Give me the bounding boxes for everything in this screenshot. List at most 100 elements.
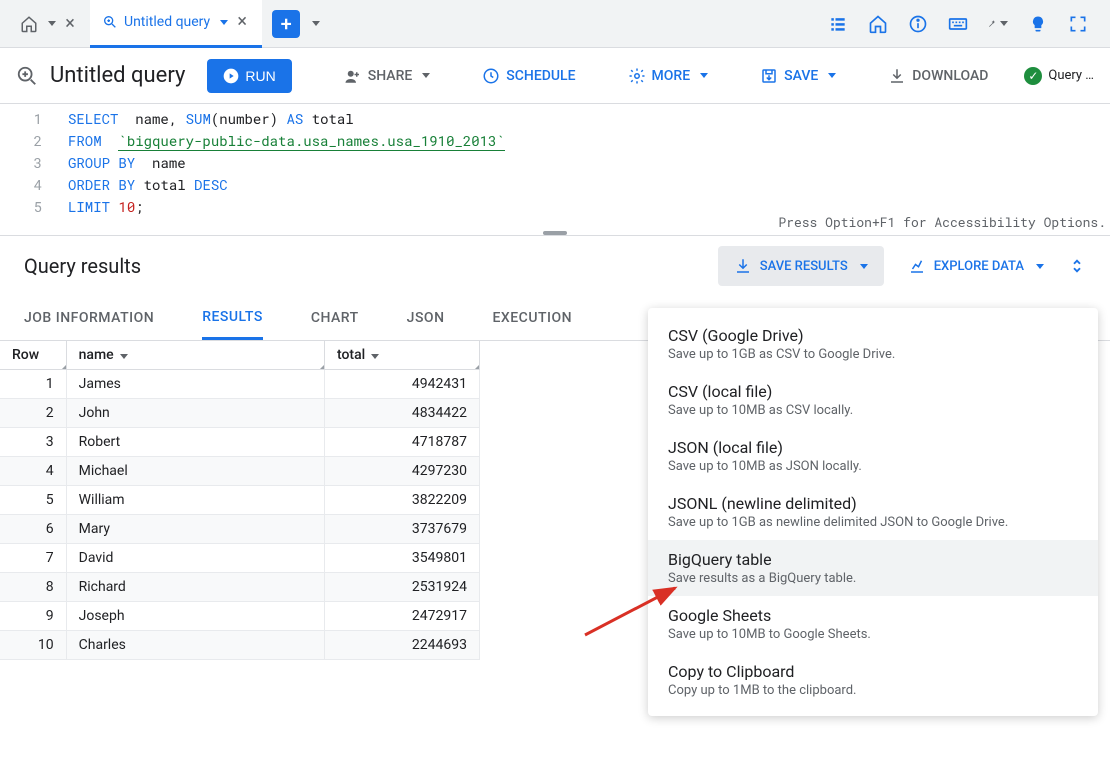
sort-icon [371, 354, 379, 359]
run-button[interactable]: RUN [207, 59, 291, 93]
cell-total: 4297230 [324, 457, 479, 486]
chevron-down-icon [1032, 259, 1044, 274]
lightbulb-icon[interactable] [1028, 14, 1048, 34]
save-menu-item[interactable]: Google Sheets Save up to 10MB to Google S… [648, 596, 1098, 652]
menu-item-desc: Save up to 10MB to Google Sheets. [668, 627, 1078, 642]
share-button[interactable]: SHARE [344, 67, 431, 85]
keyboard-icon[interactable] [948, 14, 968, 34]
cell-total: 2472917 [324, 602, 479, 631]
editor-code[interactable]: SELECT name, SUM(number) AS totalFROM `b… [60, 104, 513, 235]
table-row[interactable]: 6Mary3737679 [0, 515, 480, 544]
table-row[interactable]: 2John4834422 [0, 399, 480, 428]
download-icon [734, 257, 752, 275]
close-icon[interactable]: × [234, 14, 250, 30]
cell-total: 3549801 [324, 544, 479, 573]
new-tab-button[interactable]: + [272, 10, 300, 38]
cell-row: 8 [0, 573, 66, 602]
save-icon [760, 67, 778, 85]
home-icon [20, 15, 38, 33]
table-row[interactable]: 9Joseph2472917 [0, 602, 480, 631]
chevron-down-icon[interactable] [44, 16, 56, 31]
cell-row: 5 [0, 486, 66, 515]
table-row[interactable]: 1James4942431 [0, 370, 480, 399]
cell-total: 3822209 [324, 486, 479, 515]
cell-total: 3737679 [324, 515, 479, 544]
menu-item-title: Google Sheets [668, 606, 1078, 625]
query-tab[interactable]: Untitled query × [90, 0, 262, 48]
table-row[interactable]: 8Richard2531924 [0, 573, 480, 602]
gear-icon [628, 67, 646, 85]
save-results-menu: CSV (Google Drive)Save up to 1GB as CSV … [648, 308, 1098, 716]
explore-label: EXPLORE DATA [934, 259, 1024, 274]
save-menu-item[interactable]: JSONL (newline delimited)Save up to 1GB … [648, 484, 1098, 540]
results-header: Query results SAVE RESULTS EXPLORE DATA [0, 236, 1110, 296]
tab-execution[interactable]: EXECUTION [493, 296, 573, 340]
cell-row: 4 [0, 457, 66, 486]
line-number: 4 [4, 174, 42, 196]
col-name-header[interactable]: name [66, 341, 324, 370]
save-menu-item[interactable]: CSV (local file)Save up to 10MB as CSV l… [648, 372, 1098, 428]
query-header: Untitled query RUN SHARE SCHEDULE MORE S… [0, 48, 1110, 104]
expand-collapse-button[interactable] [1068, 257, 1086, 275]
chevron-down-icon[interactable] [216, 15, 228, 30]
table-row[interactable]: 3Robert4718787 [0, 428, 480, 457]
download-button[interactable]: DOWNLOAD [888, 67, 988, 85]
list-icon[interactable] [828, 14, 848, 34]
share-icon [344, 67, 362, 85]
cell-row: 6 [0, 515, 66, 544]
cell-name: Charles [66, 631, 324, 660]
schedule-button[interactable]: SCHEDULE [482, 67, 575, 85]
col-total-header[interactable]: total [324, 341, 479, 370]
resize-handle[interactable] [543, 231, 567, 235]
top-toolbar [828, 14, 1102, 34]
tab-chart[interactable]: CHART [311, 296, 359, 340]
menu-item-desc: Save results as a BigQuery table. [668, 571, 1078, 586]
cell-total: 2244693 [324, 631, 479, 660]
save-button[interactable]: SAVE [760, 67, 836, 85]
table-row[interactable]: 4Michael4297230 [0, 457, 480, 486]
menu-item-desc: Save up to 10MB as JSON locally. [668, 459, 1078, 474]
chevron-down-icon [418, 68, 430, 84]
table-row[interactable]: 7David3549801 [0, 544, 480, 573]
download-icon [888, 67, 906, 85]
close-icon[interactable]: × [62, 16, 78, 32]
save-menu-item[interactable]: BigQuery tableSave results as a BigQuery… [648, 540, 1098, 596]
tab-job-information[interactable]: JOB INFORMATION [24, 296, 154, 340]
chevron-down-icon [856, 259, 868, 274]
menu-item-desc: Save up to 1GB as CSV to Google Drive. [668, 347, 1078, 362]
sql-editor[interactable]: 1 2 3 4 5 SELECT name, SUM(number) AS to… [0, 104, 1110, 236]
tabstrip: × Untitled query × + [0, 0, 1110, 48]
cell-total: 4942431 [324, 370, 479, 399]
tab-overflow-menu[interactable] [308, 16, 320, 31]
info-icon[interactable] [908, 14, 928, 34]
save-menu-item[interactable]: JSON (local file) Save up to 10MB as JSON… [648, 428, 1098, 484]
chart-icon [908, 257, 926, 275]
home-tab[interactable]: × [8, 0, 90, 48]
query-status: ✓ Query … [1024, 67, 1094, 85]
home-outlined-icon[interactable] [868, 14, 888, 34]
explore-data-button[interactable]: EXPLORE DATA [908, 257, 1044, 275]
menu-item-desc: Save up to 10MB as CSV locally. [668, 403, 1078, 418]
more-button[interactable]: MORE [628, 67, 709, 85]
save-results-button[interactable]: SAVE RESULTS [718, 246, 884, 286]
table-row[interactable]: 5William3822209 [0, 486, 480, 515]
cell-name: William [66, 486, 324, 515]
table-row[interactable]: 10Charles2244693 [0, 631, 480, 660]
save-menu-item[interactable]: CSV (Google Drive)Save up to 1GB as CSV … [648, 316, 1098, 372]
tab-results[interactable]: RESULTS [202, 296, 263, 340]
cell-name: Robert [66, 428, 324, 457]
tab-json[interactable]: JSON [407, 296, 445, 340]
menu-item-title: JSON (local file) [668, 438, 1078, 457]
save-menu-item[interactable]: Copy to ClipboardCopy up to 1MB to the c… [648, 652, 1098, 708]
magic-wand-icon[interactable] [988, 14, 1008, 34]
menu-item-title: Copy to Clipboard [668, 662, 1078, 681]
fullscreen-icon[interactable] [1068, 14, 1088, 34]
more-label: MORE [652, 68, 691, 84]
cell-row: 7 [0, 544, 66, 573]
col-row-header[interactable]: Row [0, 341, 66, 370]
line-number: 1 [4, 108, 42, 130]
query-icon [102, 14, 118, 30]
magnify-query-icon[interactable] [16, 65, 38, 87]
menu-item-title: JSONL (newline delimited) [668, 494, 1078, 513]
query-status-label: Query … [1048, 68, 1094, 83]
